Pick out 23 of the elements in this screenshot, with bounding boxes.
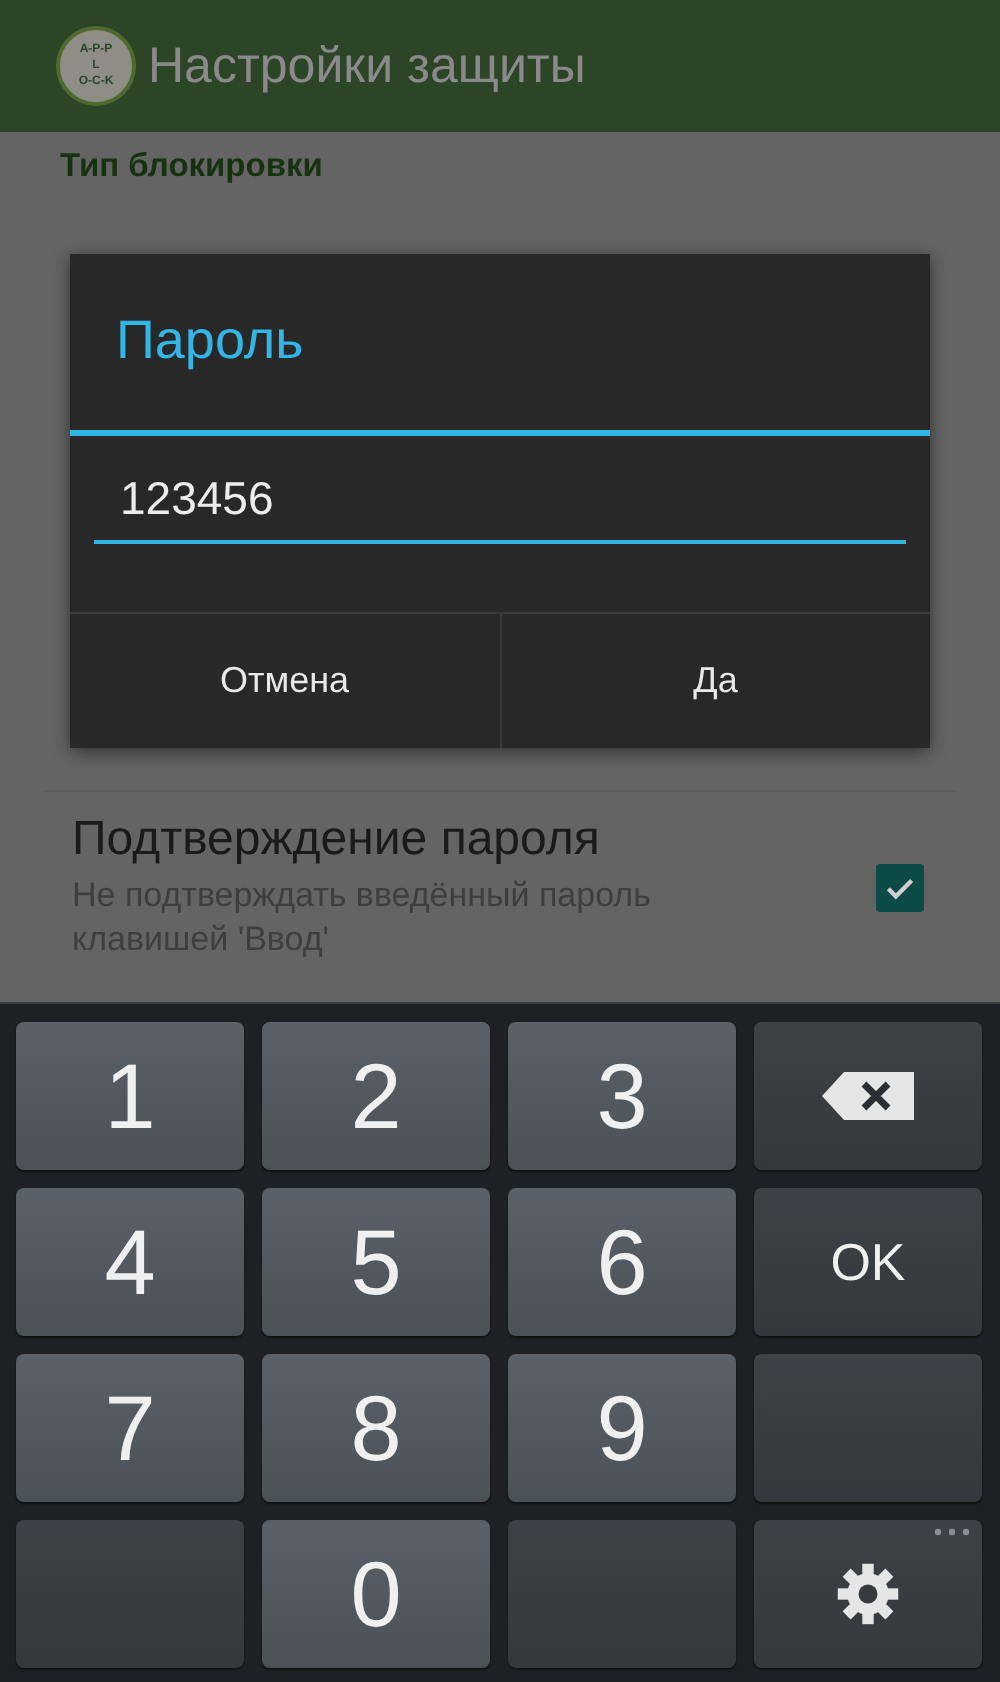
cancel-button[interactable]: Отмена	[70, 614, 499, 748]
settings-key[interactable]	[754, 1520, 982, 1668]
backspace-key[interactable]	[754, 1022, 982, 1170]
digit-key[interactable]: 5	[262, 1188, 490, 1336]
ok-key[interactable]: OK	[754, 1188, 982, 1336]
checkbox[interactable]	[876, 863, 924, 911]
digit-key[interactable]: 3	[508, 1022, 736, 1170]
digit-key[interactable]: 2	[262, 1022, 490, 1170]
backspace-icon	[820, 1070, 916, 1122]
password-field[interactable]: 123456	[94, 464, 906, 544]
digit-key[interactable]: 8	[262, 1354, 490, 1502]
setting-title: Подтверждение пароля	[72, 812, 602, 868]
digit-key[interactable]: 1	[16, 1022, 244, 1170]
digit-key[interactable]: 0	[262, 1520, 490, 1668]
digit-key[interactable]: 4	[16, 1188, 244, 1336]
app-title: Настройки защиты	[148, 37, 586, 95]
section-header: Тип блокировки	[60, 148, 325, 186]
ok-button[interactable]: Да	[499, 614, 930, 748]
digit-key[interactable]: 9	[508, 1354, 736, 1502]
dialog-title: Пароль	[114, 308, 306, 370]
digit-key[interactable]: 7	[16, 1354, 244, 1502]
settings-icon	[834, 1560, 902, 1628]
digit-key[interactable]: 6	[508, 1188, 736, 1336]
